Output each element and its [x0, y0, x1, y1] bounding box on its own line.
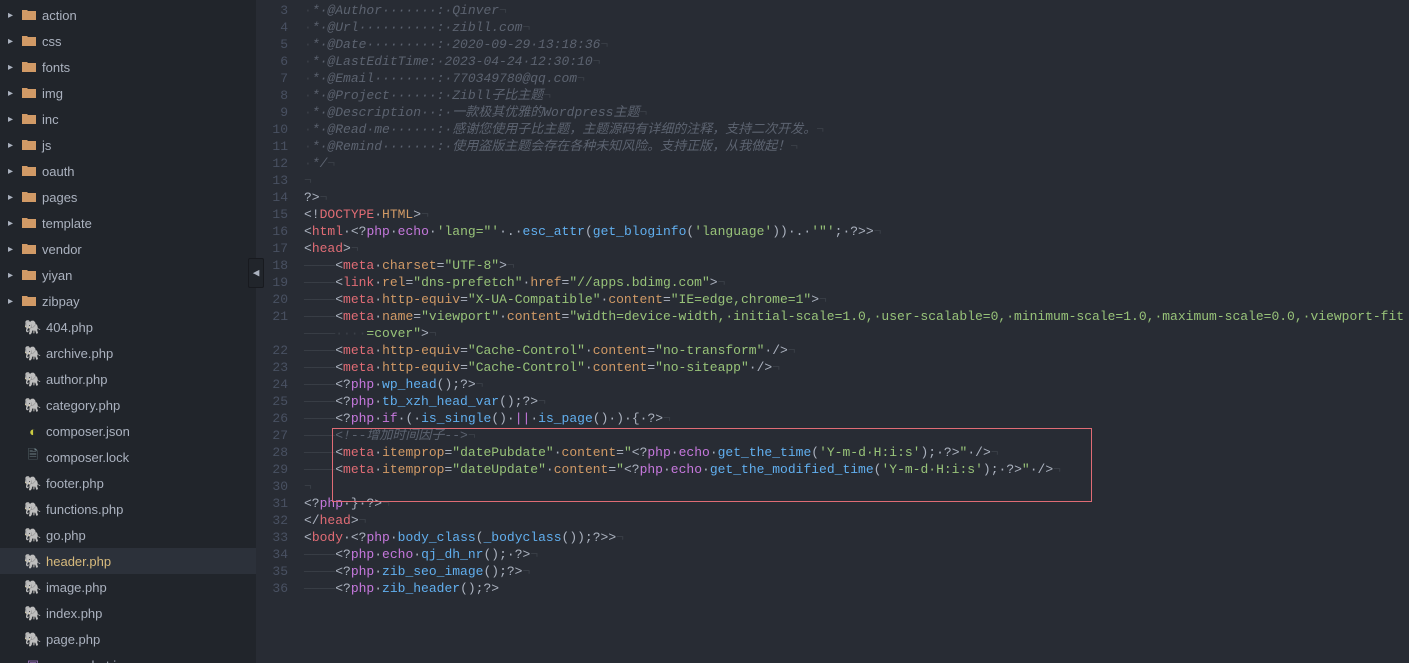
file-label: author.php — [46, 372, 107, 387]
folder-label: img — [42, 86, 63, 101]
folder-label: template — [42, 216, 92, 231]
chevron-right-icon: ▸ — [8, 296, 20, 307]
folder-icon — [20, 269, 38, 281]
folder-css[interactable]: ▸ css — [0, 28, 256, 54]
chevron-right-icon: ▸ — [8, 244, 20, 255]
chevron-right-icon: ▸ — [8, 192, 20, 203]
file-label: category.php — [46, 398, 120, 413]
file-tree-sidebar[interactable]: ▸ action ▸ css ▸ fonts ▸ img ▸ inc ▸ js ▸ oauth… — [0, 0, 256, 663]
folder-js[interactable]: ▸ js — [0, 132, 256, 158]
folder-label: fonts — [42, 60, 70, 75]
php-icon: 🐘 — [24, 345, 42, 362]
folder-icon — [20, 295, 38, 307]
file-label: index.php — [46, 606, 102, 621]
chevron-right-icon: ▸ — [8, 10, 20, 21]
editor-pane[interactable]: 3456789101112131415161718192021222324252… — [256, 0, 1409, 663]
file-header[interactable]: 🐘 header.php — [0, 548, 256, 574]
folder-icon — [20, 9, 38, 21]
file-label: go.php — [46, 528, 86, 543]
line-number-gutter: 3456789101112131415161718192021222324252… — [256, 0, 300, 663]
php-icon: 🐘 — [24, 553, 42, 570]
folder-pages[interactable]: ▸ pages — [0, 184, 256, 210]
file-category[interactable]: 🐘 category.php — [0, 392, 256, 418]
file-screenshot[interactable]: ▣ screenshot.jpg — [0, 652, 256, 663]
folder-label: zibpay — [42, 294, 80, 309]
file-author[interactable]: 🐘 author.php — [0, 366, 256, 392]
folder-icon — [20, 139, 38, 151]
file-label: footer.php — [46, 476, 104, 491]
file-404[interactable]: 🐘 404.php — [0, 314, 256, 340]
folder-yiyan[interactable]: ▸ yiyan — [0, 262, 256, 288]
file-label: 404.php — [46, 320, 93, 335]
folder-icon — [20, 61, 38, 73]
chevron-right-icon: ▸ — [8, 36, 20, 47]
chevron-right-icon: ▸ — [8, 166, 20, 177]
file-composer-json[interactable]: ◐ composer.json — [0, 418, 256, 444]
php-icon: 🐘 — [24, 631, 42, 648]
folder-template[interactable]: ▸ template — [0, 210, 256, 236]
file-footer[interactable]: 🐘 footer.php — [0, 470, 256, 496]
chevron-right-icon: ▸ — [8, 62, 20, 73]
file-label: composer.json — [46, 424, 130, 439]
folder-icon — [20, 165, 38, 177]
file-label: composer.lock — [46, 450, 129, 465]
file-index[interactable]: 🐘 index.php — [0, 600, 256, 626]
folder-label: inc — [42, 112, 59, 127]
php-icon: 🐘 — [24, 527, 42, 544]
chevron-right-icon: ▸ — [8, 270, 20, 281]
folder-fonts[interactable]: ▸ fonts — [0, 54, 256, 80]
php-icon: 🐘 — [24, 371, 42, 388]
image-icon: ▣ — [24, 657, 42, 663]
sidebar-collapse-handle[interactable]: ◀ — [248, 258, 264, 288]
chevron-right-icon: ▸ — [8, 114, 20, 125]
file-label: archive.php — [46, 346, 113, 361]
php-icon: 🐘 — [24, 475, 42, 492]
php-icon: 🐘 — [24, 605, 42, 622]
folder-oauth[interactable]: ▸ oauth — [0, 158, 256, 184]
php-icon: 🐘 — [24, 397, 42, 414]
file-label: screenshot.jpg — [46, 658, 131, 663]
folder-label: yiyan — [42, 268, 72, 283]
folder-icon — [20, 243, 38, 255]
folder-label: oauth — [42, 164, 75, 179]
file-archive[interactable]: 🐘 archive.php — [0, 340, 256, 366]
php-icon: 🐘 — [24, 579, 42, 596]
lock-icon: 🗎 — [24, 446, 42, 468]
folder-label: action — [42, 8, 77, 23]
file-label: header.php — [46, 554, 111, 569]
folder-label: pages — [42, 190, 77, 205]
folder-label: js — [42, 138, 51, 153]
chevron-right-icon: ▸ — [8, 218, 20, 229]
folder-inc[interactable]: ▸ inc — [0, 106, 256, 132]
folder-img[interactable]: ▸ img — [0, 80, 256, 106]
php-icon: 🐘 — [24, 319, 42, 336]
file-composer-lock[interactable]: 🗎 composer.lock — [0, 444, 256, 470]
file-functions[interactable]: 🐘 functions.php — [0, 496, 256, 522]
folder-zibpay[interactable]: ▸ zibpay — [0, 288, 256, 314]
folder-icon — [20, 217, 38, 229]
file-label: functions.php — [46, 502, 123, 517]
code-editor[interactable]: ·*·@Author·······:·Qinver¬·*·@Url·······… — [300, 0, 1409, 663]
php-icon: 🐘 — [24, 501, 42, 518]
file-image[interactable]: 🐘 image.php — [0, 574, 256, 600]
file-label: image.php — [46, 580, 107, 595]
chevron-right-icon: ▸ — [8, 88, 20, 99]
folder-label: vendor — [42, 242, 82, 257]
json-icon: ◐ — [24, 424, 42, 439]
folder-label: css — [42, 34, 62, 49]
chevron-right-icon: ▸ — [8, 140, 20, 151]
folder-vendor[interactable]: ▸ vendor — [0, 236, 256, 262]
folder-icon — [20, 87, 38, 99]
folder-action[interactable]: ▸ action — [0, 2, 256, 28]
folder-icon — [20, 191, 38, 203]
file-go[interactable]: 🐘 go.php — [0, 522, 256, 548]
folder-icon — [20, 35, 38, 47]
file-label: page.php — [46, 632, 100, 647]
folder-icon — [20, 113, 38, 125]
file-page[interactable]: 🐘 page.php — [0, 626, 256, 652]
